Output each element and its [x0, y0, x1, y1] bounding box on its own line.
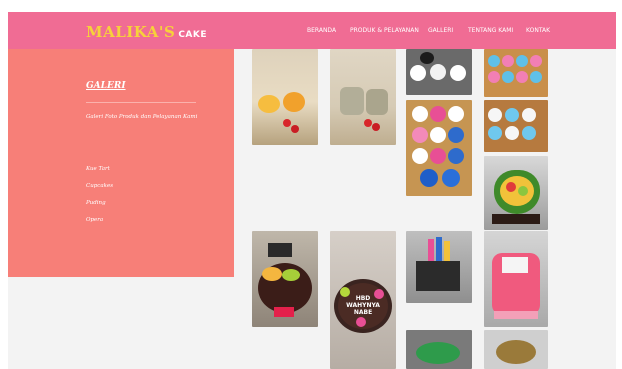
fruit-cake-photo[interactable] [252, 231, 318, 327]
nav-item-galleri[interactable]: GALLERI [428, 12, 453, 49]
birthday-cake-photo[interactable] [406, 231, 472, 303]
topper-line: NABE [353, 309, 373, 316]
gallery-subtitle: Galeri Foto Produk dan Pelayanan Kami [86, 114, 198, 120]
brand-suffix: CAKE [178, 30, 208, 40]
category-opera[interactable]: Opera [86, 217, 103, 223]
category-cupcakes[interactable]: Cupcakes [86, 183, 113, 189]
nav-item-beranda[interactable]: BERANDA [307, 12, 336, 49]
navbar: MALIKA'S CAKE BERANDA PRODUK & PELAYANAN … [8, 12, 616, 49]
sidebar: GALERI Galeri Foto Produk dan Pelayanan … [8, 49, 234, 277]
tall-cake-photo[interactable] [484, 231, 548, 327]
cake-topper-photo[interactable]: HBD WAHYNYA NABE [330, 231, 396, 369]
cupcake-tray-photo[interactable] [484, 100, 548, 152]
nav-item-kontak[interactable]: KONTAK [526, 12, 550, 49]
cupcake-tray-photo[interactable] [406, 100, 472, 196]
cake-photo[interactable] [484, 330, 548, 369]
category-puding[interactable]: Puding [86, 200, 106, 206]
pudding-cup-photo[interactable] [330, 49, 396, 145]
cake-photo[interactable] [406, 330, 472, 369]
heart-cake-photo[interactable] [484, 156, 548, 230]
sidebar-divider [86, 102, 196, 103]
brand-name: MALIKA'S [86, 23, 176, 41]
topper-line: WAHYNYA [346, 302, 380, 309]
nav-item-produk-pelayanan[interactable]: PRODUK & PELAYANAN [350, 12, 419, 49]
gallery-title: GALERI [86, 81, 126, 91]
topper-line: HBD [355, 295, 371, 302]
category-kue-tart[interactable]: Kue Tart [86, 166, 110, 172]
brand-logo[interactable]: MALIKA'S CAKE [86, 23, 207, 41]
pudding-cup-photo[interactable] [252, 49, 318, 145]
page-frame: MALIKA'S CAKE BERANDA PRODUK & PELAYANAN … [8, 12, 616, 369]
cupcake-box-photo[interactable] [484, 49, 548, 97]
sports-cupcakes-photo[interactable] [406, 49, 472, 95]
nav-item-tentang-kami[interactable]: TENTANG KAMI [468, 12, 513, 49]
